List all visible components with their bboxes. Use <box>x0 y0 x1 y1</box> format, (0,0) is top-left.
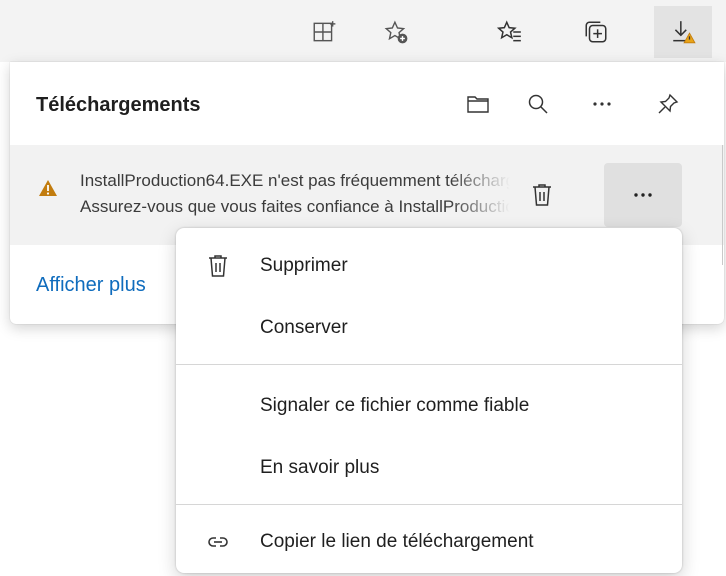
menu-item-keep[interactable]: Conserver <box>176 302 682 354</box>
collections-icon <box>585 21 607 43</box>
add-to-favorites-button[interactable] <box>374 10 418 54</box>
download-context-menu: Supprimer Conserver Signaler ce fichier … <box>176 228 682 573</box>
menu-item-delete[interactable]: Supprimer <box>176 240 682 292</box>
page-edge-divider <box>722 145 723 265</box>
menu-item-learn-more[interactable]: En savoir plus <box>176 442 682 494</box>
delete-download-button[interactable] <box>522 175 562 215</box>
menu-item-copy-link[interactable]: Copier le lien de téléchargement <box>176 516 682 568</box>
menu-item-label: Conserver <box>260 317 348 338</box>
favorites-add-icon <box>384 20 408 44</box>
search-icon <box>528 94 548 114</box>
menu-separator <box>176 504 682 505</box>
downloads-warning-icon <box>673 21 696 44</box>
favorites-icon <box>497 20 521 42</box>
menu-item-label: En savoir plus <box>260 457 380 478</box>
download-warning-line2: Assurez-vous que vous faites confiance à… <box>80 197 510 216</box>
split-screen-button[interactable] <box>302 10 346 54</box>
collections-button[interactable] <box>574 10 618 54</box>
menu-item-label: Supprimer <box>260 255 348 276</box>
ellipsis-icon <box>634 193 652 197</box>
open-folder-icon <box>467 96 489 113</box>
menu-item-label: Copier le lien de téléchargement <box>260 531 534 552</box>
favorites-button[interactable] <box>488 10 532 54</box>
open-downloads-folder-button[interactable] <box>458 84 498 124</box>
download-more-actions-button[interactable] <box>604 163 682 227</box>
pin-button[interactable] <box>648 84 688 124</box>
link-icon <box>204 528 232 556</box>
trash-icon <box>204 252 232 280</box>
download-warning-text: InstallProduction64.EXE n'est pas fréque… <box>80 168 510 220</box>
menu-separator <box>176 364 682 365</box>
download-warning-line1: InstallProduction64.EXE n'est pas fréque… <box>80 171 510 190</box>
downloads-button[interactable] <box>654 6 712 58</box>
show-more-link[interactable]: Afficher plus <box>36 274 146 297</box>
panel-title: Téléchargements <box>36 94 201 116</box>
warning-icon <box>39 180 57 196</box>
menu-item-label: Signaler ce fichier comme fiable <box>260 395 530 416</box>
search-downloads-button[interactable] <box>518 84 558 124</box>
menu-item-report-safe[interactable]: Signaler ce fichier comme fiable <box>176 380 682 432</box>
more-options-button[interactable] <box>582 84 622 124</box>
split-screen-icon <box>313 21 336 42</box>
pin-icon <box>658 93 679 114</box>
more-options-icon <box>593 102 611 106</box>
trash-icon <box>533 184 551 206</box>
browser-toolbar <box>0 0 726 62</box>
